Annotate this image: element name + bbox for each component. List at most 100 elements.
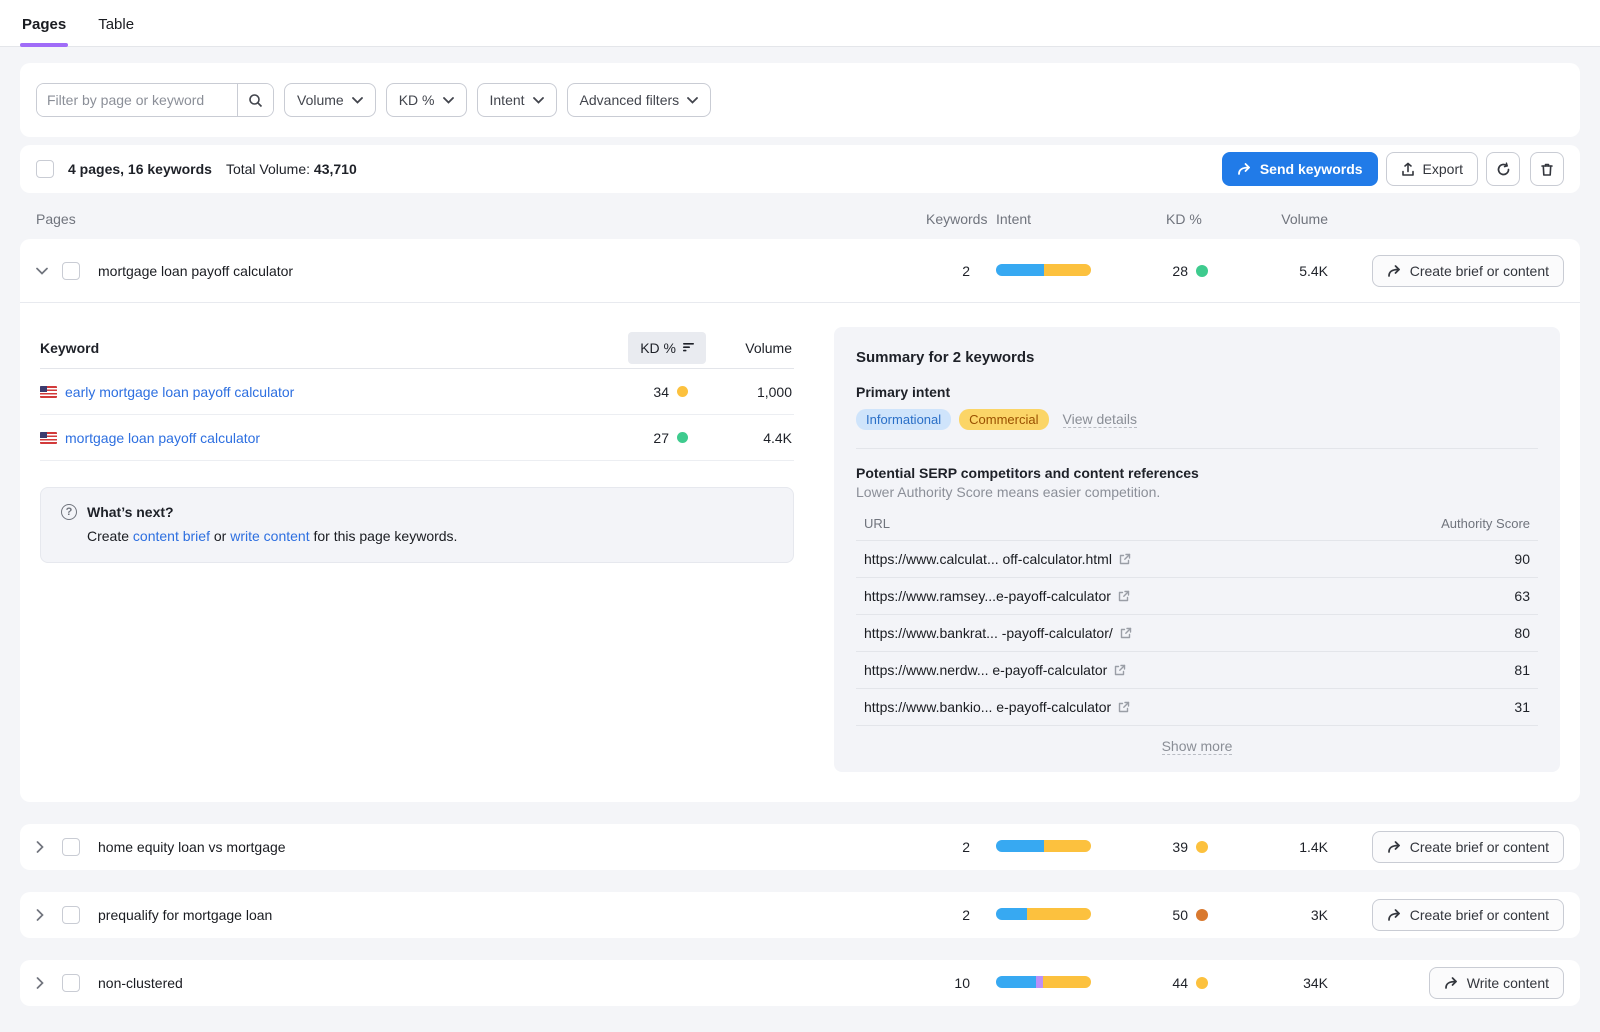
page-name: home equity loan vs mortgage <box>92 839 926 855</box>
filter-bar: Volume KD % Intent Advanced filters <box>20 63 1580 137</box>
send-arrow-icon <box>1387 840 1402 854</box>
send-keywords-button[interactable]: Send keywords <box>1222 152 1378 186</box>
external-link-icon[interactable] <box>1114 664 1126 676</box>
delete-button[interactable] <box>1530 152 1564 186</box>
kd-filter-dropdown[interactable]: KD % <box>386 83 467 117</box>
search-button[interactable] <box>237 84 273 116</box>
chevron-right-icon[interactable] <box>36 909 62 921</box>
show-more-link[interactable]: Show more <box>1162 738 1233 755</box>
keyword-link[interactable]: mortgage loan payoff calculator <box>65 430 260 446</box>
serp-competitors-subtitle: Lower Authority Score means easier compe… <box>856 484 1538 500</box>
whats-next-prefix: Create <box>87 528 133 544</box>
table-header-row: Pages Keywords Intent KD % Volume <box>20 201 1580 237</box>
competitor-row: https://www.bankrat... ‑payoff‑calculato… <box>856 614 1538 651</box>
table-row: mortgage loan payoff calculator 2 28 5.4… <box>20 239 1580 303</box>
advanced-filters-dropdown[interactable]: Advanced filters <box>567 83 712 117</box>
authority-score: 63 <box>1514 588 1530 604</box>
us-flag-icon <box>40 386 57 398</box>
export-icon <box>1401 162 1415 177</box>
whats-next-suffix: for this page keywords. <box>310 528 458 544</box>
volume-value: 3K <box>1244 907 1328 923</box>
competitor-row: https://www.calculat... off‑calculator.h… <box>856 540 1538 577</box>
row-checkbox[interactable] <box>62 262 80 280</box>
authority-score: 90 <box>1514 551 1530 567</box>
total-volume-value: 43,710 <box>314 161 357 177</box>
authority-score-column-header: Authority Score <box>1441 516 1530 531</box>
keywords-count: 2 <box>926 263 970 279</box>
competitor-row: https://www.nerdw... e‑payoff‑calculator… <box>856 651 1538 688</box>
kd-sort-header[interactable]: KD % <box>628 332 706 364</box>
intent-bar <box>996 840 1091 852</box>
write-content-link[interactable]: write content <box>230 528 309 544</box>
create-brief-button[interactable]: Create brief or content <box>1372 255 1564 287</box>
chevron-right-icon[interactable] <box>36 841 62 853</box>
header-pages: Pages <box>36 211 926 227</box>
expanded-cluster-detail: Keyword KD % Volume early mortgage loan … <box>20 303 1580 802</box>
refresh-button[interactable] <box>1486 152 1520 186</box>
external-link-icon[interactable] <box>1120 627 1132 639</box>
whats-next-middle: or <box>210 528 230 544</box>
keyword-column-header: Keyword <box>40 340 606 356</box>
header-kd: KD % <box>1140 211 1244 227</box>
primary-intent-label: Primary intent <box>856 384 1538 400</box>
external-link-icon[interactable] <box>1119 553 1131 565</box>
volume-value: 5.4K <box>1244 263 1328 279</box>
us-flag-icon <box>40 432 57 444</box>
kd-value: 50 <box>1166 907 1188 923</box>
volume-filter-label: Volume <box>297 92 344 108</box>
page-card-home-equity-loan-vs-mortgage: home equity loan vs mortgage 2 39 1.4K C… <box>20 824 1580 870</box>
page-card-prequalify-for-mortgage-loan: prequalify for mortgage loan 2 50 3K Cre… <box>20 892 1580 938</box>
select-all-checkbox[interactable] <box>36 160 54 178</box>
volume-value: 1.4K <box>1244 839 1328 855</box>
page-name: mortgage loan payoff calculator <box>92 263 926 279</box>
divider <box>856 448 1538 449</box>
create-brief-label: Create brief or content <box>1410 907 1549 923</box>
external-link-icon[interactable] <box>1118 590 1130 602</box>
serp-competitors-table: URL Authority Score https://www.calculat… <box>856 516 1538 756</box>
keyword-pane: Keyword KD % Volume early mortgage loan … <box>40 327 794 772</box>
row-checkbox[interactable] <box>62 838 80 856</box>
intent-filter-label: Intent <box>490 92 525 108</box>
page-card-mortgage-loan-payoff-calculator: mortgage loan payoff calculator 2 28 5.4… <box>20 239 1580 802</box>
tab-table[interactable]: Table <box>96 4 136 46</box>
chevron-down-icon[interactable] <box>36 267 62 275</box>
kd-value: 34 <box>653 384 669 400</box>
chevron-down-icon <box>687 97 698 104</box>
intent-bar <box>996 264 1091 276</box>
whats-next-text: Create content brief or write content fo… <box>61 528 773 544</box>
header-intent: Intent <box>970 211 1140 227</box>
create-brief-label: Create brief or content <box>1410 839 1549 855</box>
row-checkbox[interactable] <box>62 906 80 924</box>
competitor-url: https://www.nerdw... e‑payoff‑calculator <box>864 662 1107 678</box>
create-brief-button[interactable]: Create brief or content <box>1372 831 1564 863</box>
kd-dot <box>1196 841 1208 853</box>
url-column-header: URL <box>864 516 890 531</box>
page-card-non-clustered: non-clustered 10 44 34K Write content <box>20 960 1580 1006</box>
keyword-table-header: Keyword KD % Volume <box>40 327 794 369</box>
keyword-link[interactable]: early mortgage loan payoff calculator <box>65 384 294 400</box>
selection-summary: 4 pages, 16 keywords <box>68 161 212 177</box>
kd-dot <box>1196 977 1208 989</box>
intent-filter-dropdown[interactable]: Intent <box>477 83 557 117</box>
external-link-icon[interactable] <box>1118 701 1130 713</box>
tab-pages[interactable]: Pages <box>20 4 68 46</box>
intent-bar <box>996 976 1091 988</box>
volume-filter-dropdown[interactable]: Volume <box>284 83 376 117</box>
trash-icon <box>1540 162 1554 177</box>
volume-value: 1,000 <box>706 384 794 400</box>
view-details-link[interactable]: View details <box>1063 411 1137 428</box>
chevron-right-icon[interactable] <box>36 977 62 989</box>
send-arrow-icon <box>1237 162 1252 176</box>
write-content-label: Write content <box>1467 975 1549 991</box>
search-icon <box>248 93 263 108</box>
content-brief-link[interactable]: content brief <box>133 528 210 544</box>
search-input[interactable] <box>37 84 237 116</box>
header-volume: Volume <box>1244 211 1328 227</box>
total-volume-label: Total Volume: <box>226 161 310 177</box>
export-button[interactable]: Export <box>1386 152 1478 186</box>
row-checkbox[interactable] <box>62 974 80 992</box>
send-arrow-icon <box>1387 908 1402 922</box>
write-content-button[interactable]: Write content <box>1429 967 1564 999</box>
refresh-icon <box>1496 162 1511 177</box>
create-brief-button[interactable]: Create brief or content <box>1372 899 1564 931</box>
